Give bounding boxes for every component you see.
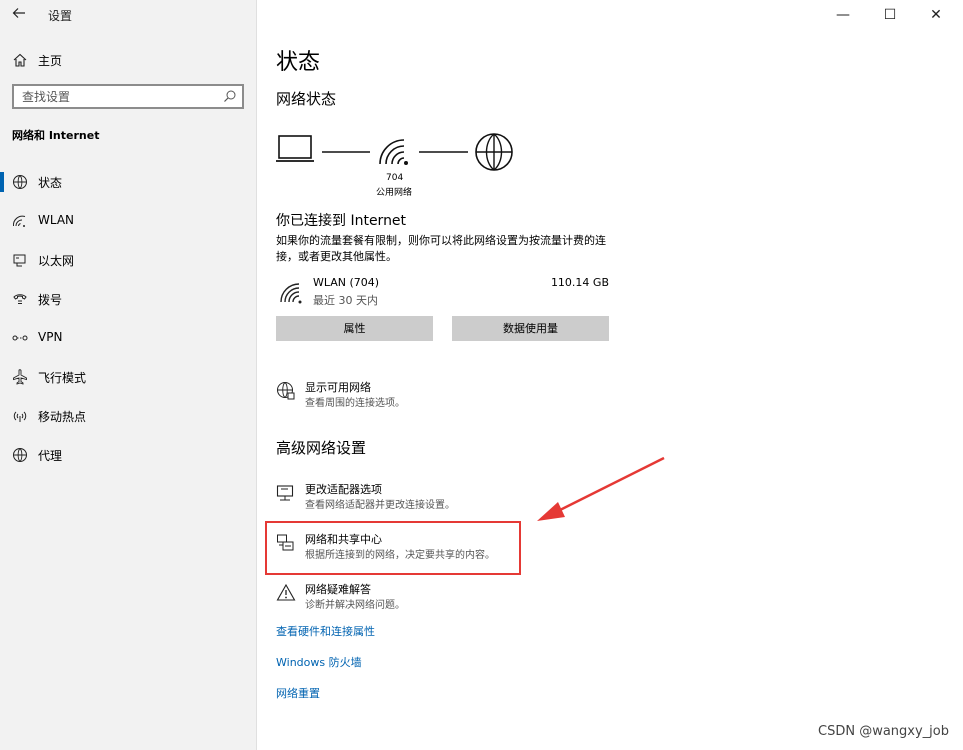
connected-description: 如果你的流量套餐有限制，则你可以将此网络设置为按流量计费的连接，或者更改其他属性… [276, 234, 606, 263]
network-diagram-graphic [276, 133, 513, 171]
network-diagram: 704 公用网络 [276, 130, 526, 200]
hardware-properties-link[interactable]: 查看硬件和连接属性 [276, 623, 375, 639]
airplane-icon [13, 369, 27, 385]
globe-network-icon [277, 382, 295, 400]
sidebar-item-label: 移动热点 [38, 410, 87, 424]
wifi-icon [280, 283, 302, 304]
status-icon [13, 175, 27, 189]
hotspot-icon [13, 411, 27, 422]
network-name: 704 [386, 173, 404, 183]
option-title: 更改适配器选项 [305, 483, 382, 496]
highlight-box [265, 521, 521, 575]
ethernet-icon [13, 254, 26, 267]
connected-heading: 你已连接到 Internet [276, 213, 407, 229]
firewall-link[interactable]: Windows 防火墙 [276, 654, 362, 670]
network-reset-link[interactable]: 网络重置 [276, 685, 320, 701]
sidebar-item-home[interactable]: 主页 [0, 46, 257, 74]
sidebar-item-wlan[interactable]: WLAN [0, 201, 257, 240]
vpn-icon [12, 335, 28, 341]
sidebar-item-label: 拨号 [38, 293, 63, 307]
data-usage-button[interactable]: 数据使用量 [452, 316, 609, 341]
network-troubleshooter[interactable]: 网络疑难解答 诊断并解决网络问题。 [276, 581, 636, 615]
sidebar: 设置 主页 网络和 Internet 状态 WLAN 以太网 拨号 VPN [0, 0, 257, 750]
connection-row: WLAN (704) 最近 30 天内 110.14 GB [276, 276, 609, 310]
sidebar-item-status[interactable]: 状态 [0, 162, 257, 201]
sidebar-item-vpn[interactable]: VPN [0, 318, 257, 357]
home-icon [13, 53, 27, 67]
sidebar-item-airplane[interactable]: 飞行模式 [0, 357, 257, 396]
search-input[interactable] [14, 86, 214, 108]
sidebar-item-dialup[interactable]: 拨号 [0, 279, 257, 318]
sidebar-item-label: 飞行模式 [38, 371, 87, 385]
sidebar-section-title: 网络和 Internet [12, 129, 100, 142]
advanced-settings-heading: 高级网络设置 [276, 439, 367, 457]
sidebar-item-label: 以太网 [38, 254, 75, 268]
option-title: 显示可用网络 [305, 381, 371, 394]
data-usage-value: 110.14 GB [550, 276, 609, 289]
option-subtitle: 查看网络适配器并更改连接设置。 [305, 500, 455, 511]
show-available-networks[interactable]: 显示可用网络 查看周围的连接选项。 [276, 379, 636, 413]
adapter-icon [276, 485, 294, 501]
laptop-icon [276, 135, 314, 162]
option-subtitle: 诊断并解决网络问题。 [305, 600, 405, 611]
watermark: CSDN @wangxy_job [818, 724, 949, 739]
sidebar-item-hotspot[interactable]: 移动热点 [0, 396, 257, 435]
option-title: 网络疑难解答 [305, 583, 371, 596]
connection-period: 最近 30 天内 [313, 294, 378, 307]
search-icon[interactable] [223, 89, 237, 103]
sidebar-item-ethernet[interactable]: 以太网 [0, 240, 257, 279]
back-arrow-icon [12, 8, 25, 18]
network-type: 公用网络 [376, 188, 413, 198]
sidebar-item-label: WLAN [38, 213, 75, 227]
sidebar-item-proxy[interactable]: 代理 [0, 435, 257, 474]
properties-button[interactable]: 属性 [276, 316, 433, 341]
connection-name: WLAN (704) [313, 276, 380, 289]
change-adapter-options[interactable]: 更改适配器选项 查看网络适配器并更改连接设置。 [276, 481, 636, 515]
search-box[interactable] [12, 84, 244, 109]
wifi-icon [379, 139, 408, 165]
sidebar-item-label: 状态 [38, 176, 63, 190]
dialup-icon [13, 294, 27, 304]
internet-globe-icon [475, 133, 513, 171]
sidebar-item-label: VPN [38, 330, 63, 344]
network-status-heading: 网络状态 [276, 90, 337, 108]
warning-icon [276, 583, 296, 601]
main-content: 状态 网络状态 704 公用网络 你已连接到 Internet 如果你的流量套餐… [258, 0, 963, 750]
app-title: 设置 [48, 9, 73, 23]
sidebar-nav: 状态 WLAN 以太网 拨号 VPN 飞行模式 移动热点 代理 [0, 162, 257, 474]
page-title: 状态 [276, 50, 321, 75]
sidebar-item-label: 代理 [38, 449, 63, 463]
option-subtitle: 查看周围的连接选项。 [305, 398, 405, 409]
sidebar-item-label: 主页 [38, 54, 63, 68]
globe-icon [13, 448, 27, 462]
title-bar: 设置 [0, 0, 257, 30]
back-button[interactable] [12, 6, 30, 24]
wifi-icon [12, 215, 26, 227]
